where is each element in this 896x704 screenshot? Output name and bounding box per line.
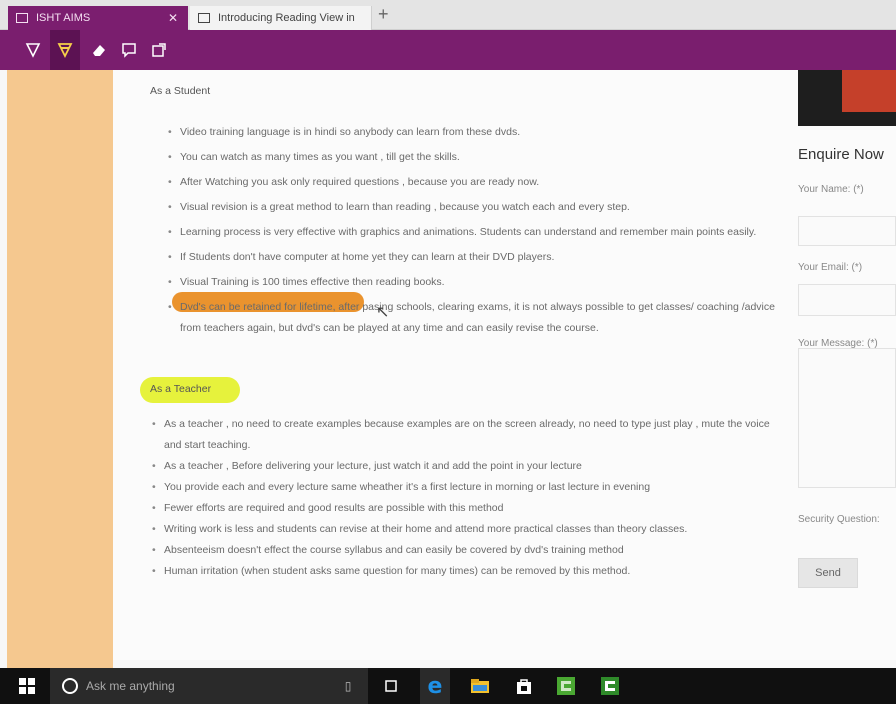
tab-isht-aims[interactable]: ISHT AIMS ✕ [8,6,188,30]
new-tab-button[interactable]: + [378,4,389,25]
list-item: Dvd's can be retained for lifetime, afte… [168,297,778,339]
security-label: Security Question: [798,514,880,525]
list-item: Writing work is less and students can re… [152,519,782,540]
send-button[interactable]: Send [798,558,858,588]
task-view-icon[interactable] [378,668,404,704]
cortana-icon [62,678,78,694]
message-field[interactable] [798,348,896,488]
eraser-tool[interactable] [84,30,114,70]
highlighter-icon [57,43,73,59]
tab-title: Introducing Reading View in [218,12,355,24]
search-placeholder: Ask me anything [86,679,175,693]
list-item: Visual revision is a great method to lea… [168,197,778,218]
student-points-list: Video training language is in hindi so a… [168,122,778,343]
clip-icon [152,43,166,57]
list-item: You can watch as many times as you want … [168,147,778,168]
comment-tool[interactable] [114,30,144,70]
list-item: As a teacher , Before delivering your le… [152,456,782,477]
file-explorer-icon[interactable] [466,668,494,704]
left-decorative-panel [7,70,113,670]
list-item: Visual Training is 100 times effective t… [168,272,778,293]
tab-page-icon [16,13,28,23]
taskbar: Ask me anything ▯ e [0,668,896,704]
list-item: Absenteeism doesn't effect the course sy… [152,540,782,561]
teacher-heading: As a Teacher [150,383,212,395]
tab-page-icon [198,13,210,23]
windows-start-icon[interactable] [12,668,42,704]
list-item: As a teacher , no need to create example… [152,414,782,456]
teacher-points-list: As a teacher , no need to create example… [152,414,782,582]
tab-title: ISHT AIMS [36,12,91,24]
list-item: Human irritation (when student asks same… [152,561,782,582]
list-item: Learning process is very effective with … [168,222,778,243]
cortana-search-box[interactable]: Ask me anything [50,668,368,704]
highlighter-tool[interactable] [50,30,80,70]
side-banner-image [798,70,896,126]
list-item: After Watching you ask only required que… [168,172,778,193]
eraser-icon [93,45,105,56]
name-label: Your Name: (*) [798,184,864,195]
clip-tool[interactable] [144,30,174,70]
edge-icon[interactable]: e [420,668,450,704]
email-label: Your Email: (*) [798,262,863,273]
pen-tool[interactable] [18,30,48,70]
name-field[interactable] [798,216,896,246]
list-item: Video training language is in hindi so a… [168,122,778,143]
enquire-title: Enquire Now [798,146,884,163]
list-item: Fewer efforts are required and good resu… [152,498,782,519]
comment-icon [122,43,136,58]
list-item: If Students don't have computer at home … [168,247,778,268]
list-item: You provide each and every lecture same … [152,477,782,498]
student-heading: As a Student [150,85,211,97]
email-field[interactable] [798,284,896,316]
tab-close-icon[interactable]: ✕ [168,11,178,25]
camtasia-recorder-icon[interactable] [596,668,624,704]
mouse-cursor-icon: ↖ [376,304,390,321]
web-note-toolbar [0,30,896,70]
camtasia-icon[interactable] [552,668,580,704]
webpage: As a Student Video training language is … [0,70,896,670]
tab-reading-view[interactable]: Introducing Reading View in [190,6,372,30]
mic-icon[interactable]: ▯ [336,668,360,704]
tab-bar: ISHT AIMS ✕ Introducing Reading View in … [0,0,896,30]
store-icon[interactable] [510,668,538,704]
pen-icon [25,43,41,58]
